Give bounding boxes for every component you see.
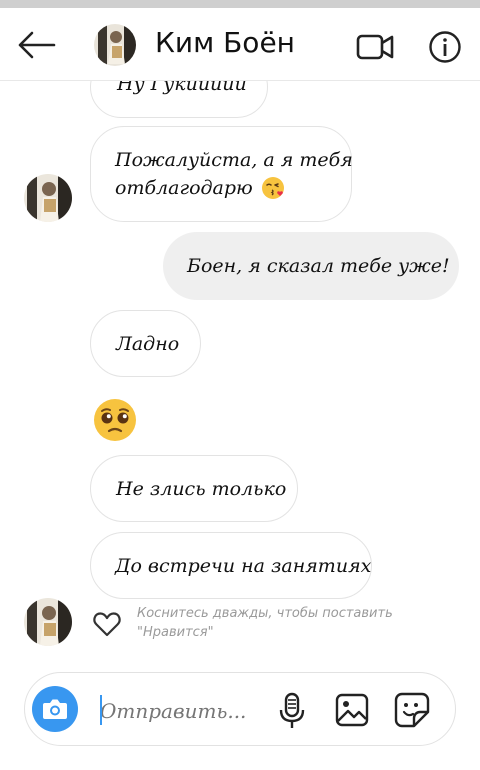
heart-icon: [93, 612, 121, 637]
message-bubble[interactable]: Пожалуйста, а я тебя отблагодарю: [90, 126, 353, 222]
message-bubble-outgoing[interactable]: Боен, я сказал тебе уже!: [163, 232, 459, 300]
message-text: Боен, я сказал тебе уже!: [187, 255, 450, 277]
message-text: Не злись только: [116, 477, 287, 500]
message-bubble[interactable]: Ладно: [90, 310, 201, 377]
sticker-icon: [394, 692, 430, 728]
message-bubble[interactable]: До встречи на занятиях: [90, 532, 372, 599]
sticker-button[interactable]: [394, 692, 430, 728]
arrow-left-icon: [18, 31, 56, 59]
message-text: Ладно: [116, 332, 180, 355]
like-hint-line2: "Нравится": [137, 625, 214, 640]
camera-icon: [43, 699, 67, 719]
contact-name-overlay[interactable]: Ким Боён: [155, 26, 295, 59]
gallery-icon: [335, 693, 369, 727]
microphone-icon: [279, 692, 305, 728]
status-bar-mask: [0, 0, 480, 8]
sender-avatar[interactable]: [24, 598, 72, 646]
sender-avatar[interactable]: [24, 174, 72, 222]
message-bubble[interactable]: Не злись только: [90, 455, 298, 522]
info-button-overlay[interactable]: [428, 30, 462, 64]
text-cursor: [100, 695, 102, 725]
pleading-face-emoji[interactable]: [93, 398, 137, 446]
video-call-button-overlay[interactable]: [356, 32, 396, 62]
gallery-button[interactable]: [335, 693, 369, 727]
info-icon: [429, 31, 461, 63]
voice-message-button[interactable]: [278, 692, 306, 730]
video-call-icon: [356, 34, 394, 60]
message-input[interactable]: [100, 694, 270, 728]
camera-button[interactable]: [32, 686, 78, 732]
like-hint-line1: Коснитесь дважды, чтобы поставить: [137, 606, 393, 621]
pleading-face-emoji-icon: [94, 399, 136, 441]
message-text-line2: отблагодарю: [115, 177, 253, 199]
contact-avatar-overlay[interactable]: [94, 24, 136, 66]
kissing-face-emoji-icon: [261, 177, 284, 199]
back-button-overlay[interactable]: [16, 30, 56, 60]
message-text-line1: Пожалуйста, а я тебя: [115, 149, 353, 171]
like-button[interactable]: [92, 610, 122, 638]
header-overlay: Ким Боён: [0, 8, 480, 80]
message-text: До встречи на занятиях: [115, 554, 372, 577]
like-hint: Коснитесь дважды, чтобы поставить "Нрави…: [137, 604, 437, 642]
